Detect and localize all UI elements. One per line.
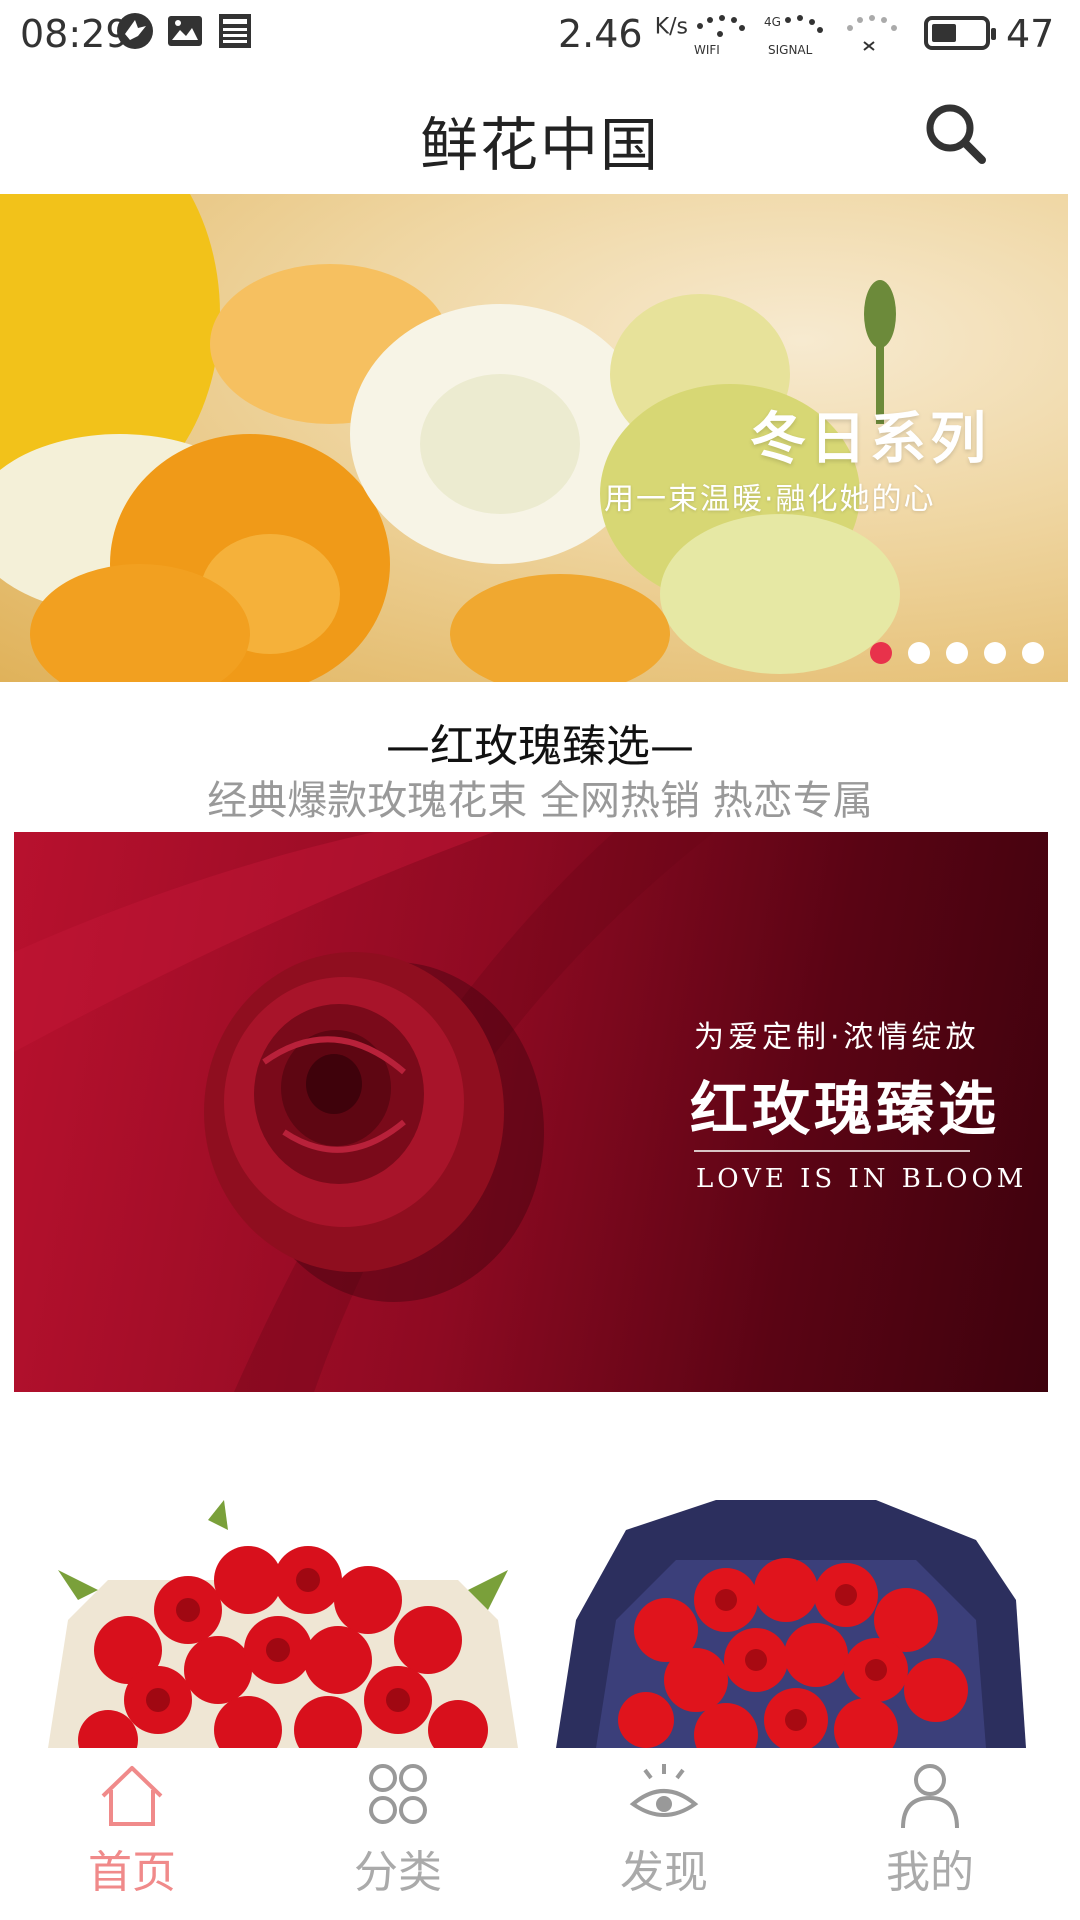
svg-text:SIGNAL: SIGNAL: [768, 43, 813, 57]
search-icon: [926, 104, 986, 164]
no-sim-signal-icon: [847, 15, 897, 51]
network-speed: 2.46 K/s: [558, 12, 689, 56]
news-icon: [219, 14, 251, 48]
banner-subtitle: 用一束温暖·融化她的心: [604, 482, 936, 517]
carousel-dot[interactable]: [870, 642, 892, 664]
nav-home-label: 首页: [88, 1847, 176, 1898]
nav-profile-label: 我的: [886, 1847, 974, 1898]
battery-fill: [932, 24, 956, 42]
banner-title: 冬日系列: [750, 407, 990, 472]
section-title: —红玫瑰臻选—: [386, 721, 694, 772]
status-bar: 08:29 2.46 K/s WIFI 4G SIGNAL 47: [0, 0, 1080, 70]
rose-bouquet-image: [48, 1500, 518, 1748]
nav-home[interactable]: 首页: [32, 1752, 232, 1920]
category-icon: [369, 1764, 427, 1824]
nav-category[interactable]: 分类: [298, 1752, 498, 1920]
rose-bouquet-navy-wrap-image: [556, 1500, 1026, 1748]
divider: [694, 1150, 970, 1152]
eye-icon: [629, 1764, 699, 1817]
page-title: 鲜花中国: [419, 111, 660, 179]
rose-headline: 红玫瑰臻选: [690, 1075, 1001, 1143]
carousel-dot[interactable]: [984, 642, 1006, 664]
home-icon: [101, 1766, 163, 1826]
bottom-nav: 首页 分类 发现 我的: [0, 1752, 1080, 1920]
product-card-1[interactable]: [48, 1500, 518, 1748]
carousel-dot[interactable]: [1022, 642, 1044, 664]
nav-discover-label: 发现: [620, 1847, 708, 1898]
person-icon: [901, 1764, 959, 1829]
section-subtitle: 经典爆款玫瑰花束 全网热销 热恋专属: [207, 778, 873, 824]
product-card-2[interactable]: [556, 1500, 1026, 1748]
nav-category-label: 分类: [354, 1847, 442, 1898]
app-header: 鲜花中国: [0, 70, 1080, 194]
wifi-icon: WIFI: [694, 15, 745, 57]
status-time: 08:29: [20, 12, 130, 56]
red-rose-banner[interactable]: 为爱定制·浓情绽放 红玫瑰臻选 LOVE IS IN BLOOM: [14, 832, 1048, 1392]
nav-discover[interactable]: 发现: [564, 1752, 764, 1920]
rose-english-slogan: LOVE IS IN BLOOM: [696, 1164, 1028, 1194]
battery-percent: 47: [1006, 12, 1055, 56]
carousel-dot[interactable]: [946, 642, 968, 664]
search-button[interactable]: [920, 98, 992, 170]
svg-text:4G: 4G: [764, 15, 781, 29]
rose-tagline: 为爱定制·浓情绽放: [694, 1020, 980, 1055]
nav-profile[interactable]: 我的: [830, 1752, 1030, 1920]
banner-carousel[interactable]: 冬日系列 用一束温暖·融化她的心: [0, 194, 1068, 682]
svg-text:WIFI: WIFI: [694, 43, 720, 57]
battery-icon: [924, 16, 996, 50]
image-notification-icon: [168, 16, 202, 46]
bird-app-icon: [117, 13, 153, 49]
carousel-dot[interactable]: [908, 642, 930, 664]
carousel-dots: [870, 642, 1060, 666]
signal-icon: 4G SIGNAL: [764, 15, 823, 57]
